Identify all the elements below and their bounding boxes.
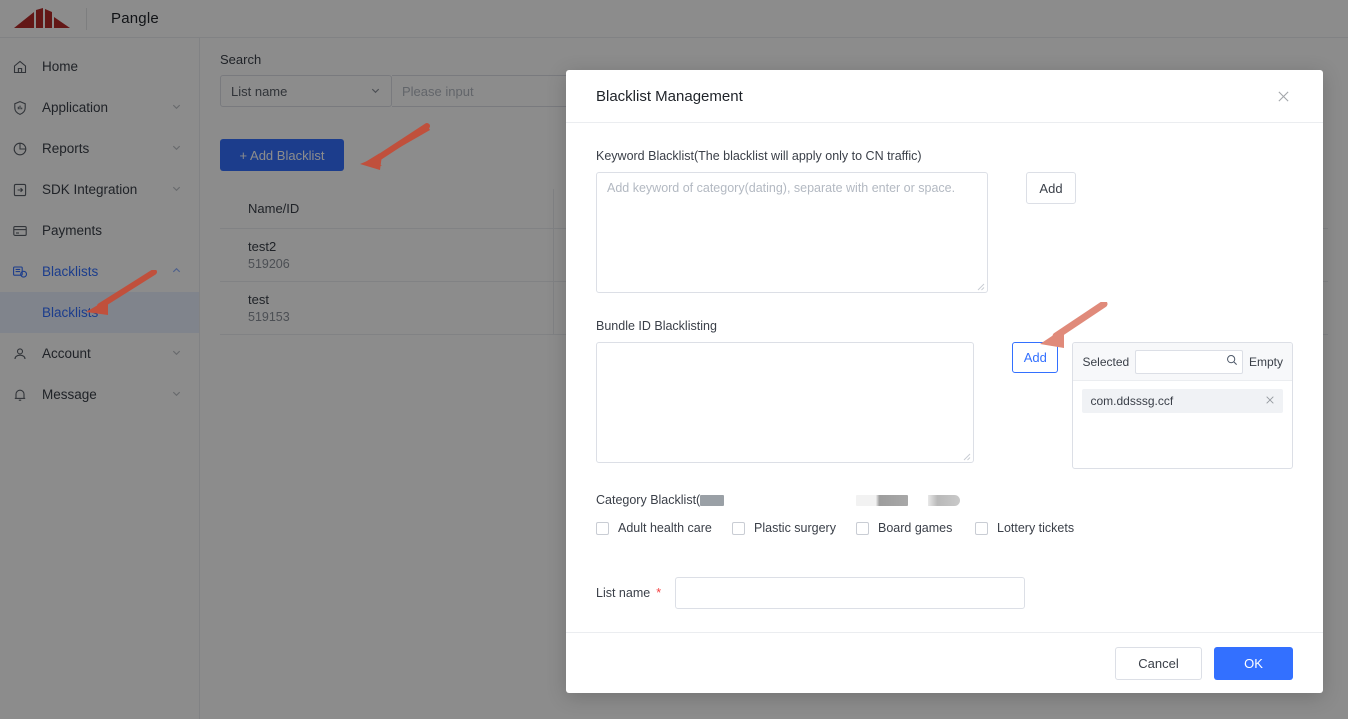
- checkbox-label: Lottery tickets: [997, 521, 1074, 535]
- bundle-id-textarea[interactable]: [596, 342, 974, 463]
- list-name-row: List name *: [596, 577, 1293, 609]
- checkbox-label: Plastic surgery: [754, 521, 836, 535]
- ok-button[interactable]: OK: [1214, 647, 1293, 680]
- bundle-add-label: Add: [1024, 350, 1047, 365]
- selected-tag-text: com.ddsssg.ccf: [1090, 394, 1265, 408]
- dialog-body: Keyword Blacklist(The blacklist will app…: [566, 123, 1323, 632]
- selected-panel-title: Selected: [1082, 355, 1129, 369]
- resize-grip-icon[interactable]: [975, 280, 985, 290]
- category-blacklist-label: Category Blacklist(: [596, 493, 700, 507]
- bundle-id-row: Add Selected Empty: [596, 342, 1293, 469]
- checkbox-box[interactable]: [856, 522, 869, 535]
- keyword-blacklist-row: Add keyword of category(dating), separat…: [596, 172, 1293, 293]
- redacted-block: [928, 495, 960, 506]
- checkbox-board-games[interactable]: Board games: [856, 521, 975, 535]
- checkbox-box[interactable]: [732, 522, 745, 535]
- keyword-blacklist-textarea[interactable]: Add keyword of category(dating), separat…: [596, 172, 988, 293]
- list-item[interactable]: com.ddsssg.ccf: [1082, 389, 1283, 413]
- keyword-add-button[interactable]: Add: [1026, 172, 1076, 204]
- category-checkbox-group: Adult health care Plastic surgery Board …: [596, 521, 1293, 535]
- redacted-block: [700, 495, 724, 506]
- category-blacklist-section: Category Blacklist( Adult health care Pl…: [596, 493, 1293, 535]
- bundle-add-button[interactable]: Add: [1012, 342, 1058, 373]
- checkbox-plastic-surgery[interactable]: Plastic surgery: [732, 521, 856, 535]
- checkbox-box[interactable]: [975, 522, 988, 535]
- keyword-textarea-placeholder: Add keyword of category(dating), separat…: [607, 181, 955, 195]
- cancel-button[interactable]: Cancel: [1115, 647, 1202, 680]
- checkbox-label: Board games: [878, 521, 952, 535]
- list-name-label: List name: [596, 586, 650, 600]
- selected-panel-empty-label: Empty: [1249, 355, 1283, 369]
- dialog-header: Blacklist Management: [566, 70, 1323, 123]
- close-icon[interactable]: [1265, 394, 1275, 408]
- resize-grip-icon[interactable]: [961, 450, 971, 460]
- cancel-label: Cancel: [1138, 656, 1178, 671]
- redacted-block: [856, 495, 908, 506]
- selected-panel-search-input[interactable]: [1135, 350, 1243, 374]
- checkbox-label: Adult health care: [618, 521, 712, 535]
- list-name-input[interactable]: [675, 577, 1025, 609]
- search-icon: [1226, 353, 1238, 371]
- bundle-id-blacklisting-label: Bundle ID Blacklisting: [596, 319, 1293, 333]
- keyword-add-label: Add: [1039, 181, 1062, 196]
- dialog-title: Blacklist Management: [596, 88, 1273, 105]
- blacklist-management-dialog: Blacklist Management Keyword Blacklist(T…: [566, 70, 1323, 693]
- close-icon[interactable]: [1273, 86, 1293, 106]
- dialog-footer: Cancel OK: [566, 632, 1323, 693]
- selected-panel-header: Selected Empty: [1073, 343, 1292, 381]
- app-root: Pangle Home Applicatio: [0, 0, 1348, 719]
- category-blacklist-label-row: Category Blacklist(: [596, 493, 1293, 507]
- checkbox-box[interactable]: [596, 522, 609, 535]
- checkbox-lottery-tickets[interactable]: Lottery tickets: [975, 521, 1074, 535]
- selected-panel-list: com.ddsssg.ccf: [1073, 381, 1292, 468]
- selected-panel: Selected Empty com.ddsssg.ccf: [1072, 342, 1293, 469]
- keyword-blacklist-label: Keyword Blacklist(The blacklist will app…: [596, 149, 1293, 163]
- checkbox-adult-health-care[interactable]: Adult health care: [596, 521, 732, 535]
- ok-label: OK: [1244, 656, 1263, 671]
- required-asterisk: *: [656, 586, 661, 600]
